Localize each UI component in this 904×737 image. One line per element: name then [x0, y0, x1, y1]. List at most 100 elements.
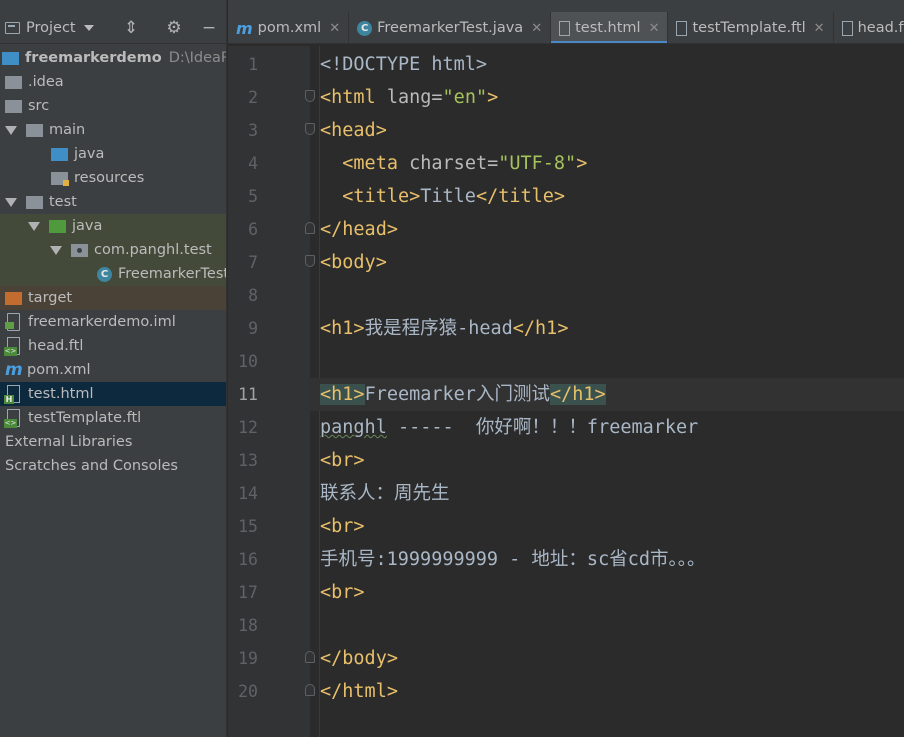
- tree-item-test[interactable]: test: [0, 190, 226, 214]
- tree-item-freemarkertest[interactable]: C FreemarkerTest: [0, 262, 227, 286]
- tree-item-resources[interactable]: resources: [0, 166, 226, 190]
- project-icon: [5, 22, 20, 34]
- close-icon[interactable]: ✕: [329, 21, 340, 36]
- line-number: 15: [238, 517, 258, 536]
- code-line: </html>: [320, 681, 398, 702]
- line-number: 16: [238, 550, 258, 569]
- line-number: 13: [238, 451, 258, 470]
- line-number: 1: [248, 55, 258, 74]
- code-line: <meta charset="UTF-8">: [342, 153, 588, 174]
- close-icon[interactable]: ✕: [531, 21, 542, 36]
- tab-label: test.html: [575, 20, 641, 36]
- tree-item-package[interactable]: com.panghl.test: [0, 238, 226, 262]
- line-number: 20: [238, 682, 258, 701]
- tree-item-label: testTemplate.ftl: [28, 410, 142, 426]
- line-number: 6: [248, 220, 258, 239]
- collapse-all-icon[interactable]: ⇕: [121, 17, 141, 39]
- ftl-file-icon: [4, 409, 20, 428]
- tree-item-freemarkerdemo[interactable]: freemarkerdemo D:\IdeaProject: [0, 46, 226, 70]
- package-icon: [71, 243, 88, 257]
- tree-item-label: java: [74, 146, 105, 162]
- tree-item-label: External Libraries: [5, 434, 133, 450]
- tree-item-src[interactable]: src: [0, 94, 226, 118]
- tree-item-pom[interactable]: m pom.xml: [0, 358, 226, 382]
- expand-arrow-icon[interactable]: [28, 221, 40, 231]
- maven-icon: m: [236, 18, 253, 38]
- excluded-folder-icon: [5, 291, 22, 305]
- tab-pom-xml[interactable]: m pom.xml ✕: [228, 12, 350, 43]
- minimize-icon[interactable]: −: [199, 17, 219, 39]
- tab-label: pom.xml: [257, 20, 322, 36]
- test-source-folder-icon: [49, 219, 66, 233]
- code-line: <!DOCTYPE html>: [320, 54, 488, 75]
- folder-icon: [5, 75, 22, 89]
- module-folder-icon: [2, 51, 19, 65]
- tree-item-label: test: [49, 194, 77, 210]
- line-number: 8: [248, 286, 258, 305]
- code-line: </head>: [320, 219, 398, 240]
- tree-item-path: D:\IdeaProject: [168, 50, 226, 66]
- code-line: </body>: [320, 648, 398, 669]
- line-number-gutter: 1 2 3 4 5 6 7 8 9 10 11 12 13 14 15 16 1…: [228, 46, 315, 737]
- resources-folder-icon: [51, 171, 69, 186]
- tree-item-label: freemarkerdemo: [25, 50, 162, 66]
- close-icon[interactable]: ✕: [814, 21, 825, 36]
- expand-arrow-icon[interactable]: [5, 197, 17, 207]
- tree-item-label: FreemarkerTest: [118, 266, 227, 282]
- tree-item-label: main: [49, 122, 86, 138]
- project-tree: freemarkerdemo D:\IdeaProject .idea src …: [0, 46, 227, 478]
- folder-icon: [5, 99, 22, 113]
- tab-label: head.ftl: [857, 20, 904, 36]
- expand-arrow-icon[interactable]: [5, 125, 17, 135]
- tree-item-label: pom.xml: [27, 362, 91, 378]
- tree-item-label: test.html: [28, 386, 94, 402]
- tree-item-test-java[interactable]: java: [0, 214, 226, 238]
- tab-head-ftl[interactable]: head.ftl: [834, 12, 904, 43]
- tree-item-label: .idea: [28, 74, 64, 90]
- code-line: <head>: [320, 120, 387, 141]
- module-file-icon: [5, 313, 20, 331]
- ftl-file-icon: [676, 20, 688, 36]
- editor-tab-bar: m pom.xml ✕ C FreemarkerTest.java ✕ test…: [228, 12, 904, 44]
- code-line: 联系人：周先生: [320, 483, 450, 504]
- html-file-icon: [559, 20, 571, 36]
- line-number: 18: [238, 616, 258, 635]
- tree-item-label: resources: [74, 170, 145, 186]
- gear-icon[interactable]: ⚙: [164, 17, 184, 39]
- line-number: 12: [238, 418, 258, 437]
- tree-item-testtemplate[interactable]: testTemplate.ftl: [0, 406, 226, 430]
- tree-item-iml[interactable]: freemarkerdemo.iml: [0, 310, 226, 334]
- line-number: 14: [238, 484, 258, 503]
- expand-arrow-icon[interactable]: [50, 245, 62, 255]
- project-view-label: Project: [26, 20, 76, 36]
- toolbar-strip: [228, 0, 904, 12]
- line-number: 19: [238, 649, 258, 668]
- class-icon: C: [357, 20, 373, 36]
- tree-item-main-java[interactable]: java: [0, 142, 226, 166]
- code-editor[interactable]: <!DOCTYPE html> <html lang="en"> <head> …: [310, 46, 904, 737]
- tree-item-test-html[interactable]: test.html: [0, 382, 226, 406]
- tree-item-main[interactable]: main: [0, 118, 226, 142]
- tree-item-external-libraries[interactable]: External Libraries: [0, 430, 226, 454]
- tab-freemarkertest-java[interactable]: C FreemarkerTest.java ✕: [349, 12, 552, 43]
- tab-test-html[interactable]: test.html ✕: [551, 12, 669, 43]
- tree-item-label: head.ftl: [28, 338, 84, 354]
- tree-item-head-ftl[interactable]: head.ftl: [0, 334, 226, 358]
- tree-item-label: java: [72, 218, 103, 234]
- tree-item-target[interactable]: target: [0, 286, 226, 310]
- tree-item-scratches[interactable]: Scratches and Consoles: [0, 454, 226, 478]
- close-icon[interactable]: ✕: [649, 21, 660, 36]
- code-line: <br>: [320, 582, 365, 603]
- line-number: 10: [238, 352, 258, 371]
- line-number: 2: [248, 88, 258, 107]
- line-number: 9: [248, 319, 258, 338]
- project-panel-header: Project ⇕ ⚙ −: [0, 0, 226, 44]
- project-view-selector[interactable]: Project: [5, 14, 94, 42]
- code-line: <html lang="en">: [320, 87, 499, 108]
- code-line: 手机号:1999999999 - 地址：sc省cd市。。。: [320, 549, 706, 570]
- tab-testtemplate-ftl[interactable]: testTemplate.ftl ✕: [668, 12, 834, 43]
- line-number-current: 11: [238, 385, 258, 404]
- line-number: 4: [248, 154, 258, 173]
- tree-item-idea[interactable]: .idea: [0, 70, 226, 94]
- code-line: <br>: [320, 516, 365, 537]
